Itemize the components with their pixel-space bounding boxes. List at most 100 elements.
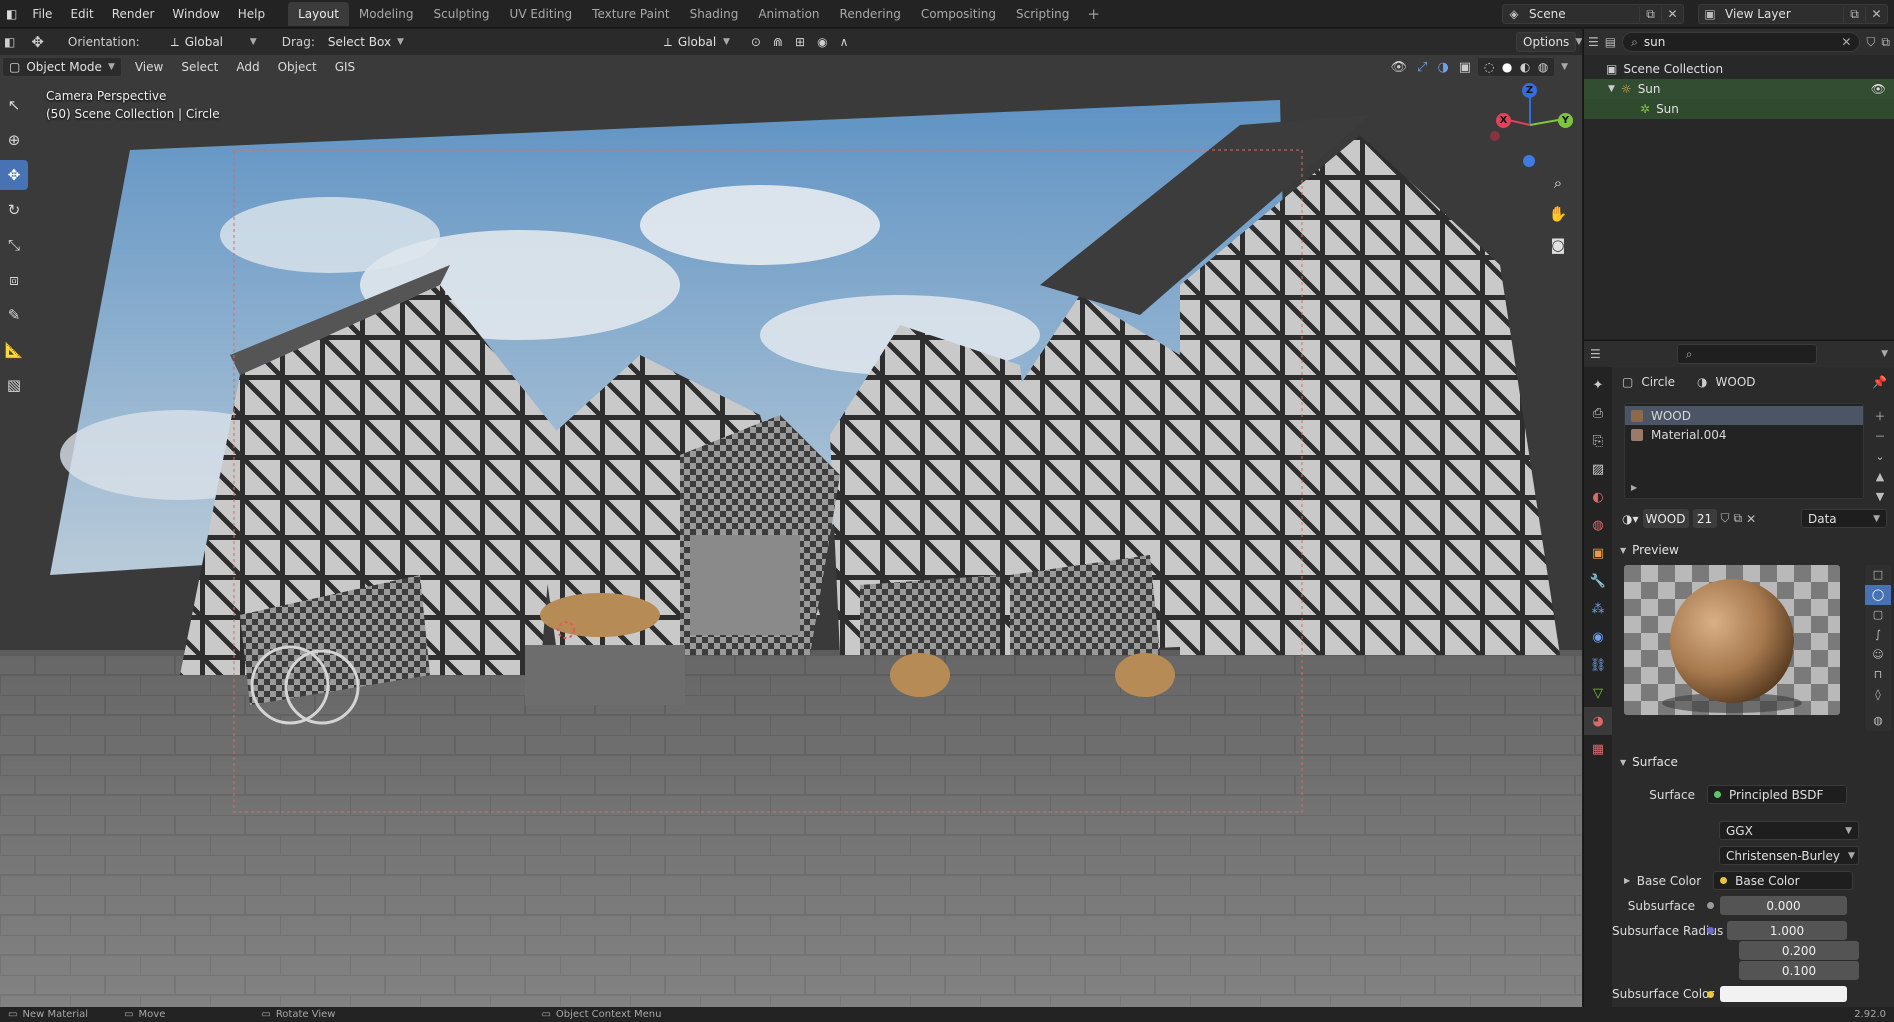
chevron-down-icon[interactable]: ▼ <box>1881 349 1888 359</box>
rotate-tool-icon[interactable]: ↻ <box>0 195 28 225</box>
tab-layout[interactable]: Layout <box>288 1 349 26</box>
output-icon[interactable]: ⎘ <box>1584 427 1612 455</box>
tab-rendering[interactable]: Rendering <box>830 2 911 26</box>
render-icon[interactable]: ⎙ <box>1584 399 1612 427</box>
object-icon[interactable]: ▣ <box>1584 539 1612 567</box>
measure-tool-icon[interactable]: 📐 <box>0 335 28 365</box>
menu-add[interactable]: Add <box>227 60 268 74</box>
scene-selector[interactable]: ◈ Scene ⧉ ✕ <box>1502 4 1684 24</box>
snap-icon[interactable]: ⋒ <box>767 35 789 49</box>
gizmo-z[interactable]: Z <box>1522 83 1537 98</box>
tab-compositing[interactable]: Compositing <box>911 2 1006 26</box>
select-tool-icon[interactable]: ↖ <box>0 90 28 120</box>
move-up-icon[interactable]: ▲ <box>1876 467 1884 487</box>
outliner-row-sun-object[interactable]: ▼ ☼ Sun 👁 <box>1584 79 1894 99</box>
menu-help[interactable]: Help <box>229 0 274 28</box>
display-mode-icon[interactable]: ▤ <box>1605 35 1616 49</box>
clear-search-icon[interactable]: ✕ <box>1841 35 1851 49</box>
outliner-search-input[interactable]: ⌕ sun ✕ <box>1622 32 1861 52</box>
outliner-editor-icon[interactable]: ☰ <box>1588 35 1599 49</box>
outliner-row-scene-collection[interactable]: ▣ Scene Collection <box>1584 59 1894 79</box>
tab-sculpting[interactable]: Sculpting <box>424 2 500 26</box>
unlink-material-icon[interactable]: ✕ <box>1746 512 1756 526</box>
move-tool-icon[interactable]: ✥ <box>0 160 28 190</box>
gizmo-neg-y[interactable] <box>1490 131 1500 141</box>
transform-tool-icon[interactable]: ⧈ <box>0 265 28 295</box>
gizmo-y[interactable]: Y <box>1558 113 1573 128</box>
3d-viewport[interactable]: Camera Perspective (50) Scene Collection… <box>0 55 1582 1007</box>
preview-cube-icon[interactable]: ▢ <box>1873 605 1883 625</box>
add-workspace-button[interactable]: + <box>1079 2 1108 26</box>
filter-icon[interactable]: ⛉ <box>1866 35 1875 50</box>
eye-visibility-icon[interactable]: 👁 <box>1871 82 1886 96</box>
preview-fluid-icon[interactable]: ◊ <box>1875 685 1880 705</box>
preview-sphere-icon[interactable]: ◯ <box>1865 585 1891 605</box>
wireframe-shading-icon[interactable]: ◌ <box>1480 60 1498 74</box>
zoom-icon[interactable]: ⌕ <box>1546 171 1570 195</box>
move-tool-icon[interactable]: ✥ <box>19 33 56 51</box>
camera-view-icon[interactable]: ◙ <box>1546 233 1570 257</box>
pan-hand-icon[interactable]: ✋ <box>1546 202 1570 226</box>
material-icon[interactable]: ◕ <box>1584 707 1612 735</box>
fake-user-shield-icon[interactable]: ⛉ <box>1721 511 1730 526</box>
transform-orientation-dropdown[interactable]: ⟂ Global ▼ <box>657 32 737 52</box>
preview-cloth-icon[interactable]: ⊓ <box>1874 665 1883 685</box>
new-scene-icon[interactable]: ⧉ <box>1639 6 1661 22</box>
gizmo-x[interactable]: X <box>1496 113 1511 128</box>
menu-select[interactable]: Select <box>172 60 227 74</box>
subsurface-radius-y-field[interactable]: 0.200 <box>1739 941 1859 960</box>
browse-material-icon[interactable]: ◑▾ <box>1622 512 1639 526</box>
subsurface-color-swatch[interactable] <box>1720 986 1847 1002</box>
properties-editor-icon[interactable]: ☰ <box>1590 347 1601 361</box>
orientation-dropdown[interactable]: ⟂ Global ▼ <box>164 32 264 52</box>
visibility-icon[interactable]: 👁 <box>1387 60 1412 75</box>
preview-hair-icon[interactable]: ∫ <box>1875 625 1881 645</box>
chevron-down-icon[interactable]: ⌄ <box>1875 447 1884 467</box>
particles-icon[interactable]: ⁂ <box>1584 595 1612 623</box>
new-collection-icon[interactable]: ⧉ <box>1881 35 1890 50</box>
expand-arrow-icon[interactable]: ▶ <box>1631 483 1637 492</box>
material-shading-icon[interactable]: ◐ <box>1516 60 1534 74</box>
snap-target-icon[interactable]: ⊞ <box>789 35 811 49</box>
texture-icon[interactable]: ▦ <box>1584 735 1612 763</box>
pin-icon[interactable]: 📌 <box>1872 375 1887 389</box>
object-data-icon[interactable]: ▽ <box>1584 679 1612 707</box>
chevron-down-icon[interactable]: ▼ <box>1561 62 1568 72</box>
xray-icon[interactable]: ▣ <box>1455 60 1475 75</box>
view-layer-tab-icon[interactable]: ▨ <box>1584 455 1612 483</box>
editor-type-icon[interactable]: ◧ <box>0 35 19 49</box>
options-dropdown[interactable]: Options ▼ <box>1516 32 1582 52</box>
menu-render[interactable]: Render <box>103 0 164 28</box>
distribution-dropdown[interactable]: GGX ▼ <box>1719 821 1864 840</box>
duplicate-material-icon[interactable]: ⧉ <box>1734 511 1743 526</box>
delete-view-layer-icon[interactable]: ✕ <box>1865 7 1887 21</box>
outliner-row-sun-data[interactable]: ✲ Sun <box>1584 99 1894 119</box>
scene-tab-icon[interactable]: ◐ <box>1584 483 1612 511</box>
menu-gis[interactable]: GIS <box>326 60 364 74</box>
annotate-tool-icon[interactable]: ✎ <box>0 300 28 330</box>
mode-dropdown[interactable]: ▢ Object Mode ▼ <box>2 57 122 77</box>
menu-edit[interactable]: Edit <box>61 0 102 28</box>
preview-monkey-icon[interactable]: ☺ <box>1872 645 1883 665</box>
surface-shader-field[interactable]: Principled BSDF <box>1707 785 1847 804</box>
tab-animation[interactable]: Animation <box>748 2 829 26</box>
modifier-wrench-icon[interactable]: 🔧 <box>1584 567 1612 595</box>
navigation-gizmo[interactable]: Z Y X <box>1490 83 1573 167</box>
surface-section-header[interactable]: ▼ Surface <box>1620 755 1678 769</box>
tool-settings-icon[interactable]: ✦ <box>1584 371 1612 399</box>
move-down-icon[interactable]: ▼ <box>1876 487 1884 507</box>
subsurface-radius-z-field[interactable]: 0.100 <box>1739 961 1859 980</box>
tab-modeling[interactable]: Modeling <box>349 2 424 26</box>
material-slot[interactable]: WOOD <box>1625 406 1863 425</box>
add-slot-icon[interactable]: ＋ <box>1875 407 1886 427</box>
menu-view[interactable]: View <box>126 60 172 74</box>
view-layer-selector[interactable]: ▣ View Layer ⧉ ✕ <box>1698 4 1888 24</box>
base-color-field[interactable]: Base Color <box>1713 871 1854 890</box>
subsurface-radius-x-field[interactable]: 1.000 <box>1727 921 1847 940</box>
delete-scene-icon[interactable]: ✕ <box>1661 7 1683 21</box>
subsurface-method-field[interactable]: Christensen-Burley ▼ <box>1719 846 1859 865</box>
preview-flat-icon[interactable]: □ <box>1873 565 1883 585</box>
material-slot[interactable]: Material.004 <box>1625 425 1863 444</box>
new-view-layer-icon[interactable]: ⧉ <box>1843 6 1865 22</box>
material-name-field[interactable]: WOOD <box>1642 509 1689 528</box>
